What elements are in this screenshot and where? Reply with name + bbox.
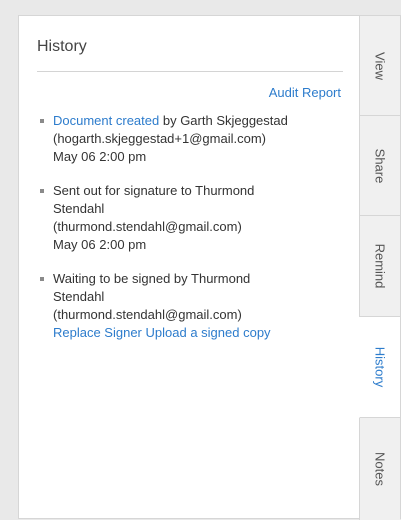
tab-remind[interactable]: Remind xyxy=(359,216,400,317)
history-event-sent: Sent out for signature to Thurmond Stend… xyxy=(39,182,345,254)
bullet-icon xyxy=(40,119,44,123)
upload-signed-copy-link[interactable]: Upload a signed copy xyxy=(146,325,271,340)
event-email: (thurmond.stendahl@gmail.com) xyxy=(53,307,242,322)
history-content: History Audit Report Document created by… xyxy=(19,16,360,518)
tab-notes-label: Notes xyxy=(372,452,388,486)
panel-title: History xyxy=(37,38,87,55)
tab-view-label: View xyxy=(372,51,388,80)
replace-signer-link[interactable]: Replace Signer xyxy=(53,325,142,340)
history-event-list: Document created by Garth Skjeggestad (h… xyxy=(39,112,345,358)
event-email: (hogarth.skjeggestad+1@gmail.com) xyxy=(53,131,266,146)
tab-history-label: History xyxy=(372,346,388,388)
event-action-line: Waiting to be signed by Thurmond xyxy=(53,270,345,288)
tab-view[interactable]: View xyxy=(359,16,400,116)
event-actor: by Thurmond xyxy=(170,271,251,286)
event-actions-line: Replace Signer Upload a signed copy xyxy=(53,324,345,342)
history-event-waiting: Waiting to be signed by Thurmond Stendah… xyxy=(39,270,345,342)
tab-remind-label: Remind xyxy=(372,243,388,289)
tab-share[interactable]: Share xyxy=(359,116,400,216)
audit-report-link[interactable]: Audit Report xyxy=(269,85,341,100)
event-email: (thurmond.stendahl@gmail.com) xyxy=(53,219,242,234)
history-panel: History Audit Report Document created by… xyxy=(18,15,401,520)
title-divider xyxy=(37,71,343,72)
tab-notes[interactable]: Notes xyxy=(359,418,400,520)
event-action-line: Sent out for signature to Thurmond xyxy=(53,182,345,200)
history-event-created: Document created by Garth Skjeggestad (h… xyxy=(39,112,345,166)
event-actor: by Garth Skjeggestad xyxy=(159,113,288,128)
event-date: May 06 2:00 pm xyxy=(53,149,147,164)
event-action-line: Document created by Garth Skjeggestad xyxy=(53,112,345,130)
event-actor: to Thurmond xyxy=(177,183,255,198)
bullet-icon xyxy=(40,189,44,193)
event-action: Sent out for signature xyxy=(53,183,178,198)
tab-share-label: Share xyxy=(372,148,388,183)
tab-history[interactable]: History xyxy=(359,317,400,418)
side-tabs: View Share Remind History Notes xyxy=(359,16,400,520)
event-actor-continued: Stendahl xyxy=(53,289,105,304)
bullet-icon xyxy=(40,277,44,281)
event-date: May 06 2:00 pm xyxy=(53,237,147,252)
event-action: Waiting to be signed xyxy=(53,271,171,286)
document-created-link[interactable]: Document created xyxy=(53,113,159,128)
event-actor-continued: Stendahl xyxy=(53,201,105,216)
